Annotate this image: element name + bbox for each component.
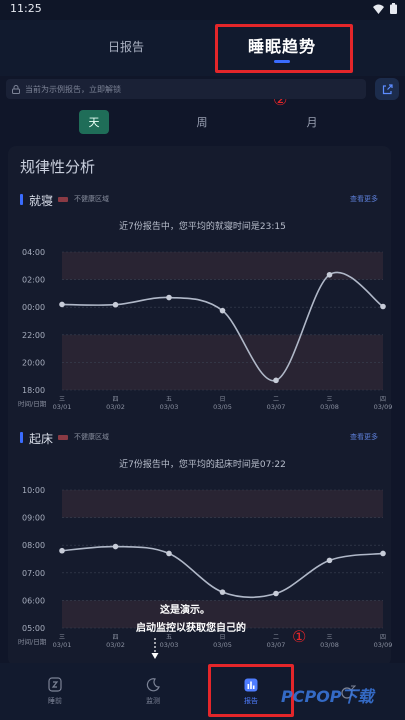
wakeup-title: 起床 [29,432,54,446]
status-time: 11:25 [10,2,42,15]
wakeup-y-tick: 09:00 [22,514,45,523]
wakeup-x-tick: 03/08 [320,641,339,649]
nav-before-sleep[interactable]: 睡前 [25,663,85,720]
wakeup-x-weekday: 二 [273,634,279,641]
lock-icon [12,84,20,94]
bedtime-x-weekday: 二 [273,396,279,403]
system-icons [373,3,397,14]
bedtime-x-tick: 03/09 [374,403,393,411]
wakeup-y-tick: 10:00 [22,486,45,495]
nav-before-sleep-label: 睡前 [48,697,62,705]
wakeup-x-tick: 03/05 [213,641,232,649]
watermark-logo: PCPOP下载 [281,687,374,706]
bedtime-legend-label: 不健康区域 [74,195,109,203]
bedtime-x-weekday: 五 [166,396,172,403]
status-bar: 11:25 [0,0,405,20]
wakeup-y-tick: 07:00 [22,569,45,578]
wakeup-data-point [112,543,119,550]
wakeup-x-tick: 03/09 [374,641,393,649]
bedtime-x-weekday: 日 [219,396,225,403]
sleep-before-icon [48,677,62,692]
wakeup-legend-label: 不健康区域 [74,433,109,441]
wakeup-x-tick: 03/02 [106,641,125,649]
bedtime-x-tick: 03/08 [320,403,339,411]
bedtime-legend-swatch [58,197,68,202]
bedtime-y-tick: 02:00 [22,276,45,285]
bedtime-x-weekday: 三 [326,396,332,403]
wakeup-data-point [380,550,386,557]
bedtime-x-weekday: 三 [59,396,65,403]
bedtime-data-point [112,301,119,308]
wakeup-x-tick: 03/03 [160,641,179,649]
period-week[interactable]: 周 [190,110,214,134]
wakeup-see-more-link[interactable]: 查看更多 [350,432,378,442]
wakeup-x-weekday: 三 [326,634,332,641]
down-arrow-icon [151,638,159,659]
nav-monitor-label: 监测 [146,696,160,705]
wakeup-legend-swatch [58,435,68,440]
bedtime-see-more-link[interactable]: 查看更多 [350,194,378,204]
wakeup-x-tick: 03/07 [267,641,286,649]
wakeup-section-marker [20,432,23,443]
wakeup-data-point [59,547,65,554]
bedtime-x-tick: 03/03 [160,403,179,411]
sample-report-notice[interactable]: 当前为示例报告，立即解锁 [6,79,366,99]
annotation-number-one: ① [292,627,307,646]
share-icon [382,83,393,94]
bedtime-corner-label: 时间/日期 [18,399,47,408]
bedtime-summary: 近7份报告中，您平均的就寝时间是23:15 [119,222,286,232]
share-button[interactable] [375,78,399,100]
wakeup-y-tick: 05:00 [22,624,45,633]
wakeup-corner-label: 时间/日期 [18,637,47,646]
wakeup-y-tick: 08:00 [22,541,45,550]
battery-icon [390,3,397,14]
annotation-box-trend-tab [215,24,353,73]
wakeup-data-point [166,550,172,557]
wakeup-data-point [219,589,226,595]
bedtime-data-point [273,377,279,384]
bedtime-x-tick: 03/01 [53,403,72,411]
period-month[interactable]: 月 [300,110,324,134]
wakeup-x-tick: 03/01 [53,641,72,649]
bedtime-title: 就寝 [29,194,54,208]
notice-text: 当前为示例报告，立即解锁 [25,84,121,94]
period-day[interactable]: 天 [79,110,109,134]
nav-monitor[interactable]: 监测 [123,663,183,720]
wakeup-data-point [326,557,333,564]
wakeup-y-tick: 06:00 [22,596,45,605]
bedtime-y-tick: 22:00 [22,331,45,340]
card-title: 规律性分析 [20,158,96,176]
demo-overlay-line2: 启动监控以获取您自己的 [136,623,246,634]
wakeup-data-point [273,590,279,597]
moon-icon [146,677,160,691]
bedtime-section-marker [20,194,23,205]
wakeup-unhealthy-band [62,490,383,518]
bedtime-data-point [326,271,333,278]
wakeup-x-weekday: 三 [59,634,65,641]
wakeup-x-weekday: 四 [380,634,386,641]
wifi-icon [373,4,384,14]
wakeup-x-weekday: 四 [112,634,118,641]
bedtime-y-tick: 04:00 [22,248,45,257]
bedtime-unhealthy-band [62,252,383,280]
bedtime-y-tick: 20:00 [22,358,45,367]
bedtime-data-point [59,301,65,308]
bedtime-data-point [380,303,386,310]
bedtime-x-weekday: 四 [112,396,118,403]
bedtime-x-tick: 03/05 [213,403,232,411]
bedtime-data-point [166,294,172,301]
bedtime-x-tick: 03/07 [267,403,286,411]
bedtime-x-tick: 03/02 [106,403,125,411]
wakeup-x-weekday: 五 [166,634,172,641]
wakeup-x-weekday: 日 [219,634,225,641]
tab-daily-report[interactable]: 日报告 [108,38,144,55]
bedtime-chart: 04:0002:0000:0022:0020:0018:00时间/日期三03/0… [18,248,393,411]
bedtime-x-weekday: 四 [380,396,386,403]
bedtime-y-tick: 00:00 [22,303,45,312]
wakeup-summary: 近7份报告中，您平均的起床时间是07:22 [119,460,286,470]
bedtime-y-tick: 18:00 [22,386,45,395]
bedtime-data-point [219,307,226,314]
demo-overlay-line1: 这是演示。 [160,605,210,616]
